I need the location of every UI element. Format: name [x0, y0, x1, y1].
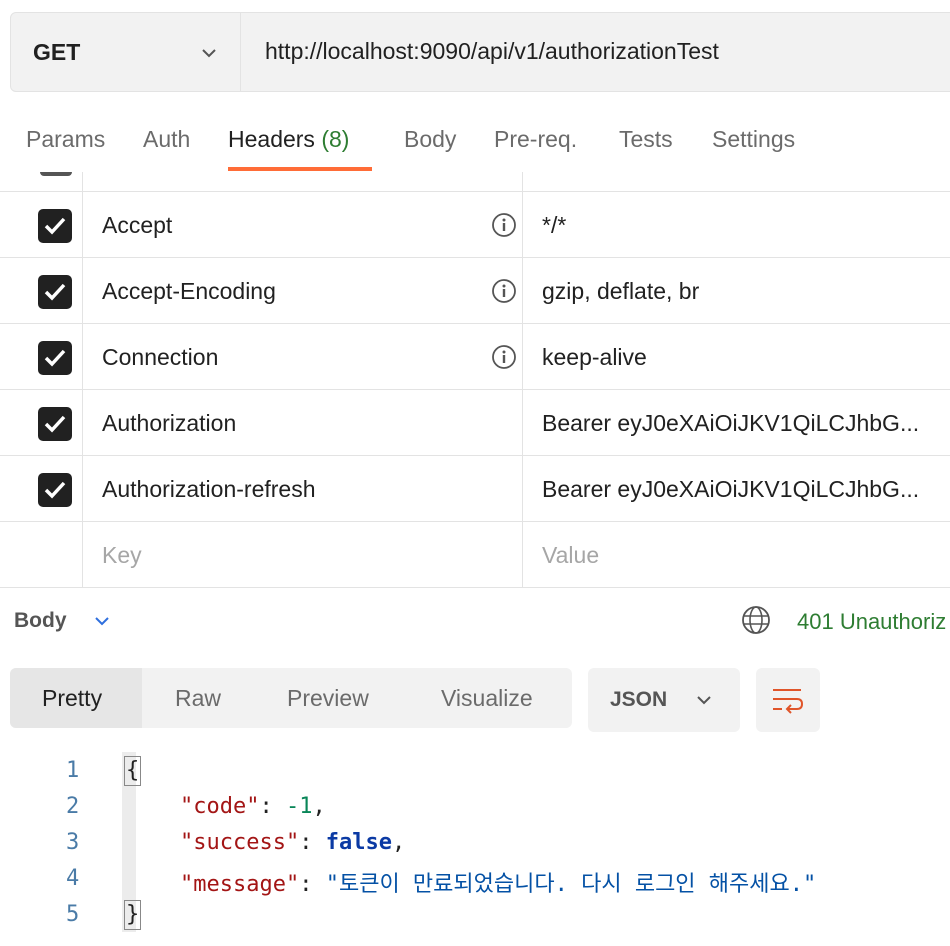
request-tabs: Params Auth Headers (8) Body Pre-req. Te…: [0, 118, 950, 172]
method-label: GET: [33, 39, 81, 65]
header-value[interactable]: Bearer eyJ0eXAiOiJKV1QiLCJhbG...: [542, 410, 919, 437]
header-checkbox[interactable]: [38, 275, 72, 309]
json-number: -1: [285, 794, 313, 819]
header-checkbox[interactable]: [38, 407, 72, 441]
header-key-cell[interactable]: Accept-Encoding: [83, 258, 523, 323]
tab-headers-label: Headers: [228, 126, 315, 152]
header-key-cell[interactable]: Authorization: [83, 390, 523, 455]
json-line-code: "code": -1,: [180, 794, 326, 819]
checkmark-icon: [44, 349, 66, 367]
info-icon[interactable]: [491, 212, 517, 238]
header-key: Authorization: [102, 410, 237, 436]
line-number: 1: [66, 758, 80, 783]
tab-auth[interactable]: Auth: [143, 126, 190, 153]
checkmark-icon: [44, 481, 66, 499]
json-line-message: "message": "토큰이 만료되었습니다. 다시 로그인 해주세요.": [180, 872, 817, 897]
header-key: Authorization-refresh: [102, 476, 316, 502]
header-key-cell[interactable]: Connection: [83, 324, 523, 389]
response-view-tabs: Pretty Raw Preview Visualize: [10, 668, 572, 728]
info-icon[interactable]: [491, 344, 517, 370]
checkmark-icon: [44, 217, 66, 235]
info-icon[interactable]: [491, 278, 517, 304]
status-badge[interactable]: 401 Unauthoriz: [797, 609, 946, 635]
active-tab-indicator: [228, 167, 372, 171]
chevron-down-icon: [697, 696, 711, 705]
tab-body[interactable]: Body: [404, 126, 456, 153]
table-row: Accept-Encoding gzip, deflate, br: [0, 258, 950, 324]
response-header: Body 401 Unauthoriz: [0, 598, 950, 644]
checkmark-icon: [44, 283, 66, 301]
header-key: Accept-Encoding: [102, 278, 276, 304]
header-checkbox[interactable]: [38, 209, 72, 243]
header-value[interactable]: gzip, deflate, br: [542, 278, 699, 305]
response-body-code[interactable]: 1 2 3 4 5 { "code": -1, "success": false…: [0, 752, 950, 942]
url-input[interactable]: http://localhost:9090/api/v1/authorizati…: [265, 38, 719, 65]
chevron-down-icon[interactable]: [92, 611, 112, 631]
header-key-cell[interactable]: Authorization-refresh: [83, 456, 523, 521]
json-open-brace: {: [124, 756, 142, 786]
json-key: "success": [180, 830, 300, 855]
header-key: Accept: [102, 212, 173, 238]
view-pretty[interactable]: Pretty: [42, 685, 102, 712]
view-visualize[interactable]: Visualize: [441, 685, 533, 712]
tab-tests[interactable]: Tests: [619, 126, 673, 153]
wrap-lines-icon: [773, 689, 804, 714]
json-string: "토큰이 만료되었습니다. 다시 로그인 해주세요.": [325, 872, 817, 897]
key-placeholder: Key: [102, 542, 142, 568]
format-select[interactable]: JSON: [588, 668, 740, 732]
line-number: 4: [66, 866, 80, 891]
json-line-success: "success": false,: [180, 830, 406, 855]
json-key: "code": [180, 794, 260, 819]
response-section-label[interactable]: Body: [14, 609, 67, 633]
json-close-brace: }: [124, 900, 142, 930]
globe-icon[interactable]: [740, 604, 772, 636]
table-row: Accept */*: [0, 192, 950, 258]
line-number: 3: [66, 830, 80, 855]
header-key: Connection: [102, 344, 219, 370]
view-preview[interactable]: Preview: [287, 685, 369, 712]
method-select[interactable]: GET: [11, 13, 241, 91]
headers-table: Accept */* Accept-Encoding gzip, deflate…: [0, 172, 950, 588]
header-value[interactable]: */*: [542, 212, 566, 239]
header-value[interactable]: keep-alive: [542, 344, 647, 371]
checkbox-partial: [40, 172, 72, 176]
line-number: 5: [66, 902, 80, 927]
header-value[interactable]: Bearer eyJ0eXAiOiJKV1QiLCJhbG...: [542, 476, 919, 503]
checkmark-icon: [44, 415, 66, 433]
line-number: 2: [66, 794, 80, 819]
table-row-partial: [0, 172, 950, 192]
value-placeholder[interactable]: Value: [542, 542, 599, 569]
chevron-down-icon: [202, 49, 216, 58]
new-key-cell[interactable]: Key: [83, 522, 523, 587]
tab-pre-request[interactable]: Pre-req.: [494, 126, 577, 153]
table-row: Authorization-refresh Bearer eyJ0eXAiOiJ…: [0, 456, 950, 522]
format-label: JSON: [610, 688, 668, 711]
tab-headers[interactable]: Headers (8): [228, 126, 349, 153]
json-boolean: false: [325, 830, 392, 855]
header-checkbox[interactable]: [38, 473, 72, 507]
tab-settings[interactable]: Settings: [712, 126, 795, 153]
request-url-bar: GET http://localhost:9090/api/v1/authori…: [10, 12, 950, 92]
tab-params[interactable]: Params: [26, 126, 105, 153]
wrap-lines-button[interactable]: [756, 668, 820, 732]
header-key-cell[interactable]: Accept: [83, 192, 523, 257]
header-checkbox[interactable]: [38, 341, 72, 375]
json-key: "message": [180, 872, 300, 897]
new-header-row: Key Value: [0, 522, 950, 588]
tab-headers-count: (8): [321, 126, 350, 152]
view-raw[interactable]: Raw: [175, 685, 221, 712]
table-row: Connection keep-alive: [0, 324, 950, 390]
table-row: Authorization Bearer eyJ0eXAiOiJKV1QiLCJ…: [0, 390, 950, 456]
